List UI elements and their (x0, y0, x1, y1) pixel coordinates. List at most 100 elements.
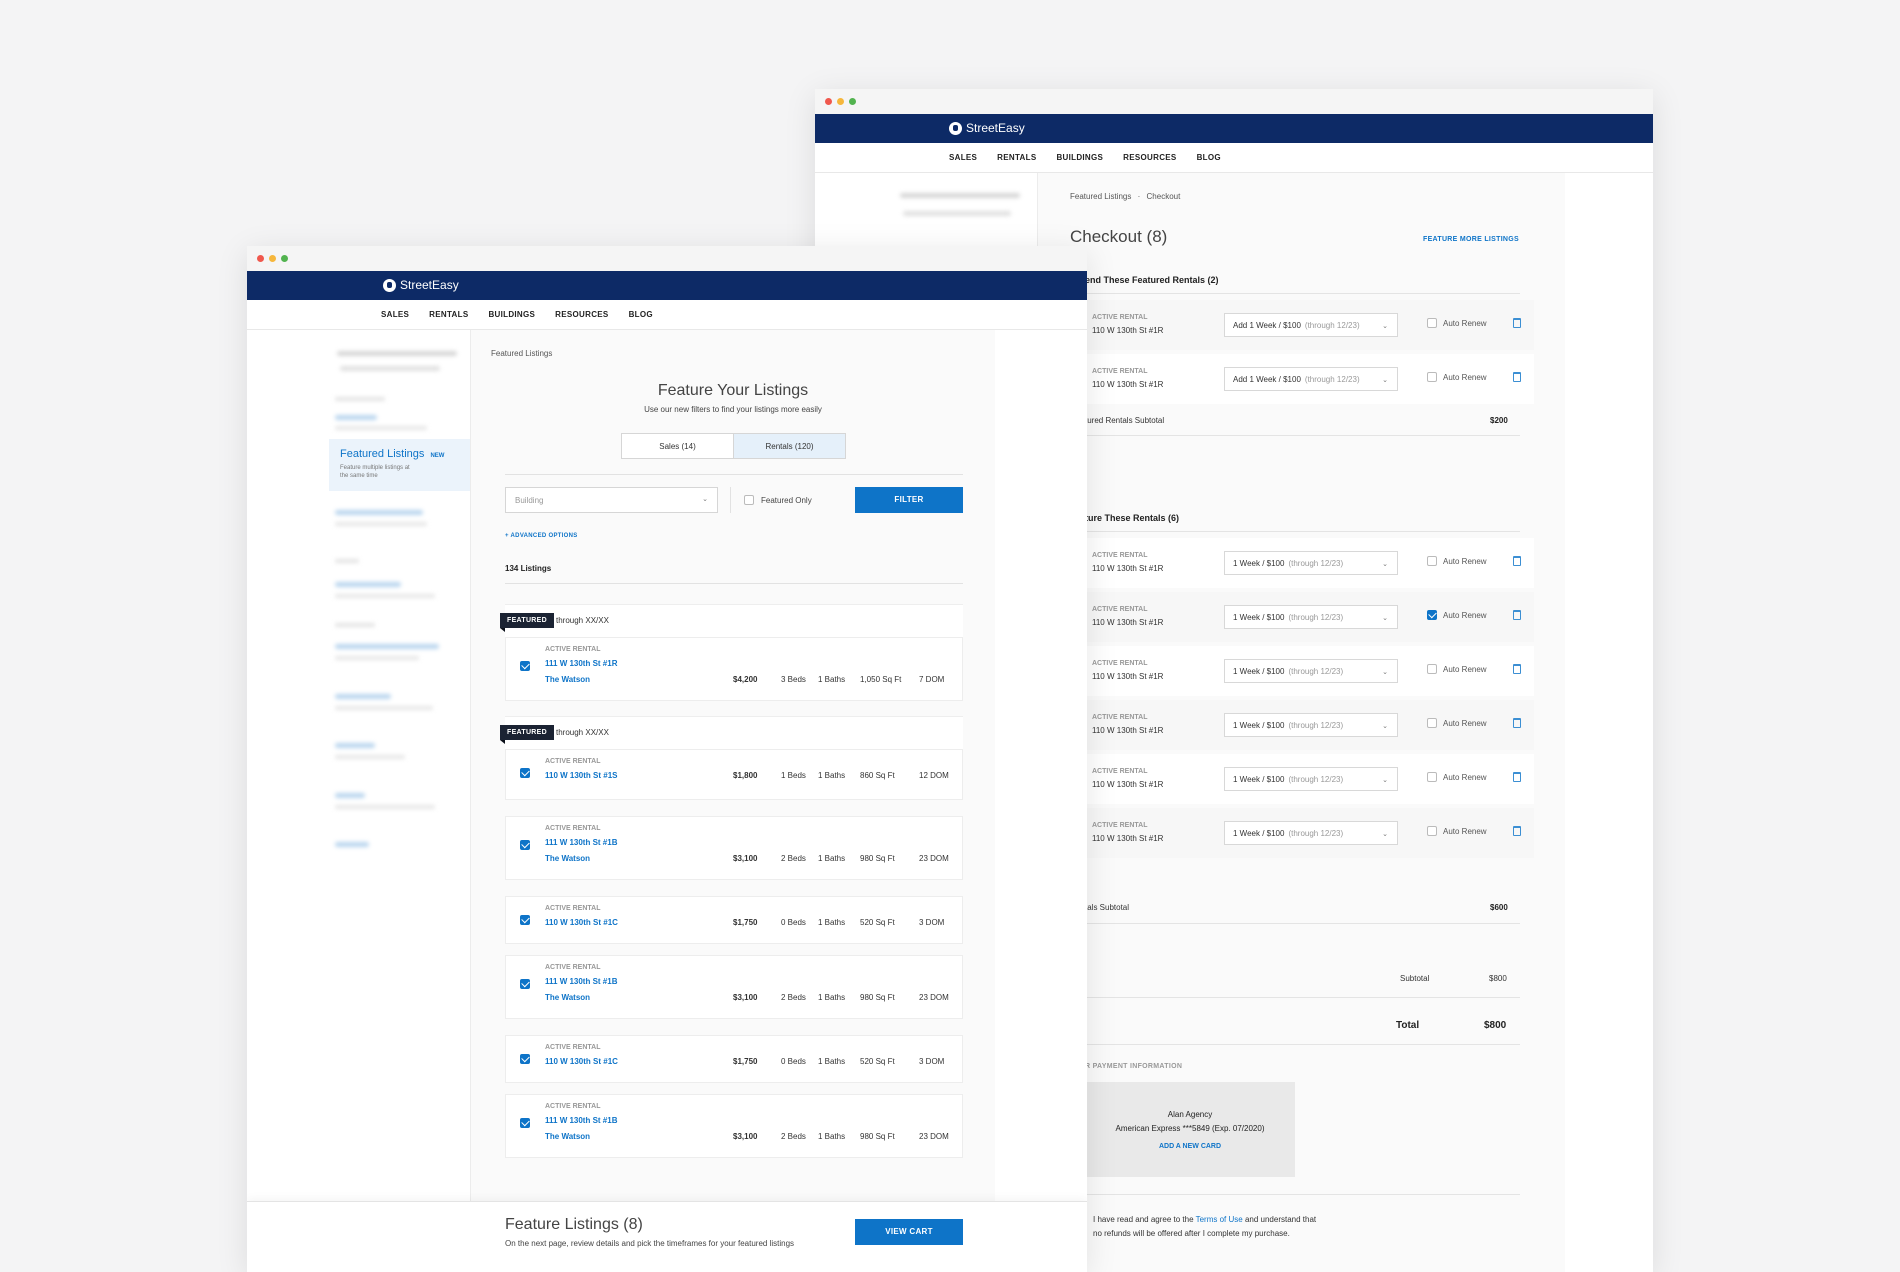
duration-select[interactable]: 1 Week / $100 (through 12/23) ⌄ (1224, 821, 1398, 845)
listing-row[interactable]: ACTIVE RENTAL 110 W 130th St #1S $1,800 1 B… (505, 749, 963, 800)
auto-renew-toggle[interactable]: Auto Renew (1427, 826, 1487, 836)
trash-icon[interactable] (1513, 318, 1521, 328)
chevron-down-icon: ⌄ (1382, 777, 1388, 784)
listing-address-link[interactable]: 111 W 130th St #1B (545, 1116, 617, 1125)
auto-renew-toggle[interactable]: Auto Renew (1427, 718, 1487, 728)
payment-card-box[interactable]: Alan Agency American Express ***5849 (Ex… (1085, 1082, 1295, 1177)
view-cart-button[interactable]: VIEW CART (855, 1219, 963, 1245)
duration-select[interactable]: 1 Week / $100 (through 12/23) ⌄ (1224, 767, 1398, 791)
auto-renew-checkbox[interactable] (1427, 556, 1437, 566)
listing-checkbox[interactable] (520, 840, 530, 850)
duration-select[interactable]: 1 Week / $100 (through 12/23) ⌄ (1224, 605, 1398, 629)
breadcrumb-featured-listings[interactable]: Featured Listings (1070, 192, 1131, 201)
listing-checkbox[interactable] (520, 1118, 530, 1128)
divider (1070, 1194, 1520, 1195)
featured-group-header: FEATURED through XX/XX (500, 716, 963, 750)
trash-icon[interactable] (1513, 556, 1521, 566)
trash-icon[interactable] (1513, 772, 1521, 782)
duration-select[interactable]: Add 1 Week / $100 (through 12/23) ⌄ (1224, 313, 1398, 337)
auto-renew-checkbox[interactable] (1427, 610, 1437, 620)
listing-checkbox[interactable] (520, 915, 530, 925)
duration-select[interactable]: 1 Week / $100 (through 12/23) ⌄ (1224, 551, 1398, 575)
listing-checkbox[interactable] (520, 768, 530, 778)
auto-renew-toggle[interactable]: Auto Renew (1427, 318, 1487, 328)
listing-address-link[interactable]: 111 W 130th St #1B (545, 838, 617, 847)
sidebar-blurred-link[interactable] (335, 582, 401, 587)
listing-address-link[interactable]: 110 W 130th St #1C (545, 1057, 618, 1066)
trash-icon[interactable] (1513, 826, 1521, 836)
auto-renew-toggle[interactable]: Auto Renew (1427, 610, 1487, 620)
listing-row[interactable]: ACTIVE RENTAL 111 W 130th St #1R The Watso… (505, 637, 963, 701)
listing-building-link[interactable]: The Watson (545, 1132, 590, 1141)
divider (1070, 293, 1520, 294)
nav-sales[interactable]: SALES (381, 310, 409, 319)
sidebar-blurred-link[interactable] (335, 510, 423, 515)
sidebar-blurred-link[interactable] (335, 694, 391, 699)
auto-renew-toggle[interactable]: Auto Renew (1427, 372, 1487, 382)
nav-resources[interactable]: RESOURCES (1123, 153, 1176, 162)
listing-address-link[interactable]: 110 W 130th St #1C (545, 918, 618, 927)
auto-renew-checkbox[interactable] (1427, 318, 1437, 328)
listing-row[interactable]: ACTIVE RENTAL 111 W 130th St #1B The Watso… (505, 955, 963, 1019)
listing-row[interactable]: ACTIVE RENTAL 110 W 130th St #1C $1,750 0 B… (505, 1035, 963, 1083)
maximize-window-icon[interactable] (281, 255, 288, 262)
auto-renew-label: Auto Renew (1443, 826, 1487, 836)
listing-sqft: 980 Sq Ft (860, 1132, 895, 1141)
add-new-card-link[interactable]: ADD A NEW CARD (1085, 1143, 1295, 1150)
auto-renew-toggle[interactable]: Auto Renew (1427, 664, 1487, 674)
sidebar-blurred-link[interactable] (335, 644, 439, 649)
maximize-window-icon[interactable] (849, 98, 856, 105)
nav-sales[interactable]: SALES (949, 153, 977, 162)
nav-buildings[interactable]: BUILDINGS (488, 310, 535, 319)
sidebar-blurred-link[interactable] (335, 793, 365, 798)
listing-checkbox[interactable] (520, 1054, 530, 1064)
streeteasy-logo[interactable]: StreetEasy (383, 278, 459, 292)
trash-icon[interactable] (1513, 610, 1521, 620)
listing-building-link[interactable]: The Watson (545, 993, 590, 1002)
nav-rentals[interactable]: RENTALS (997, 153, 1036, 162)
listing-row[interactable]: ACTIVE RENTAL 110 W 130th St #1C $1,750 0 B… (505, 896, 963, 944)
payment-card-details: American Express ***5849 (Exp. 07/2020) (1115, 1124, 1265, 1133)
trash-icon[interactable] (1513, 372, 1521, 382)
duration-select[interactable]: Add 1 Week / $100 (through 12/23) ⌄ (1224, 367, 1398, 391)
nav-rentals[interactable]: RENTALS (429, 310, 468, 319)
auto-renew-checkbox[interactable] (1427, 718, 1437, 728)
auto-renew-toggle[interactable]: Auto Renew (1427, 556, 1487, 566)
auto-renew-toggle[interactable]: Auto Renew (1427, 772, 1487, 782)
duration-select[interactable]: 1 Week / $100 (through 12/23) ⌄ (1224, 713, 1398, 737)
sidebar-blurred-link[interactable] (335, 842, 369, 847)
auto-renew-checkbox[interactable] (1427, 664, 1437, 674)
minimize-window-icon[interactable] (269, 255, 276, 262)
sidebar-blurred-line (335, 623, 375, 627)
auto-renew-checkbox[interactable] (1427, 372, 1437, 382)
listing-row[interactable]: ACTIVE RENTAL 111 W 130th St #1B The Watso… (505, 816, 963, 880)
trash-icon[interactable] (1513, 718, 1521, 728)
auto-renew-checkbox[interactable] (1427, 826, 1437, 836)
duration-select-note: (through 12/23) (1288, 721, 1344, 730)
nav-buildings[interactable]: BUILDINGS (1056, 153, 1103, 162)
close-window-icon[interactable] (825, 98, 832, 105)
listing-row[interactable]: ACTIVE RENTAL 111 W 130th St #1B The Watso… (505, 1094, 963, 1158)
listing-address-link[interactable]: 110 W 130th St #1S (545, 771, 617, 780)
close-window-icon[interactable] (257, 255, 264, 262)
listing-checkbox[interactable] (520, 661, 530, 671)
nav-resources[interactable]: RESOURCES (555, 310, 608, 319)
listing-checkbox[interactable] (520, 979, 530, 989)
trash-icon[interactable] (1513, 664, 1521, 674)
sidebar-blurred-line (335, 755, 405, 759)
listing-address-link[interactable]: 111 W 130th St #1R (545, 659, 617, 668)
sidebar-blurred-link[interactable] (335, 743, 375, 748)
terms-of-use-link[interactable]: Terms of Use (1196, 1215, 1243, 1224)
nav-blog[interactable]: BLOG (1197, 153, 1221, 162)
listing-building-link[interactable]: The Watson (545, 675, 590, 684)
sidebar-item-featured-listings[interactable]: Featured Listings NEW Feature multiple l… (329, 439, 470, 491)
listing-building-link[interactable]: The Watson (545, 854, 590, 863)
duration-select[interactable]: 1 Week / $100 (through 12/23) ⌄ (1224, 659, 1398, 683)
streeteasy-logo[interactable]: StreetEasy (949, 121, 1025, 135)
nav-blog[interactable]: BLOG (629, 310, 653, 319)
auto-renew-checkbox[interactable] (1427, 772, 1437, 782)
sidebar-blurred-link[interactable] (335, 415, 377, 420)
minimize-window-icon[interactable] (837, 98, 844, 105)
feature-more-listings-link[interactable]: FEATURE MORE LISTINGS (1423, 236, 1519, 243)
listing-address-link[interactable]: 111 W 130th St #1B (545, 977, 617, 986)
